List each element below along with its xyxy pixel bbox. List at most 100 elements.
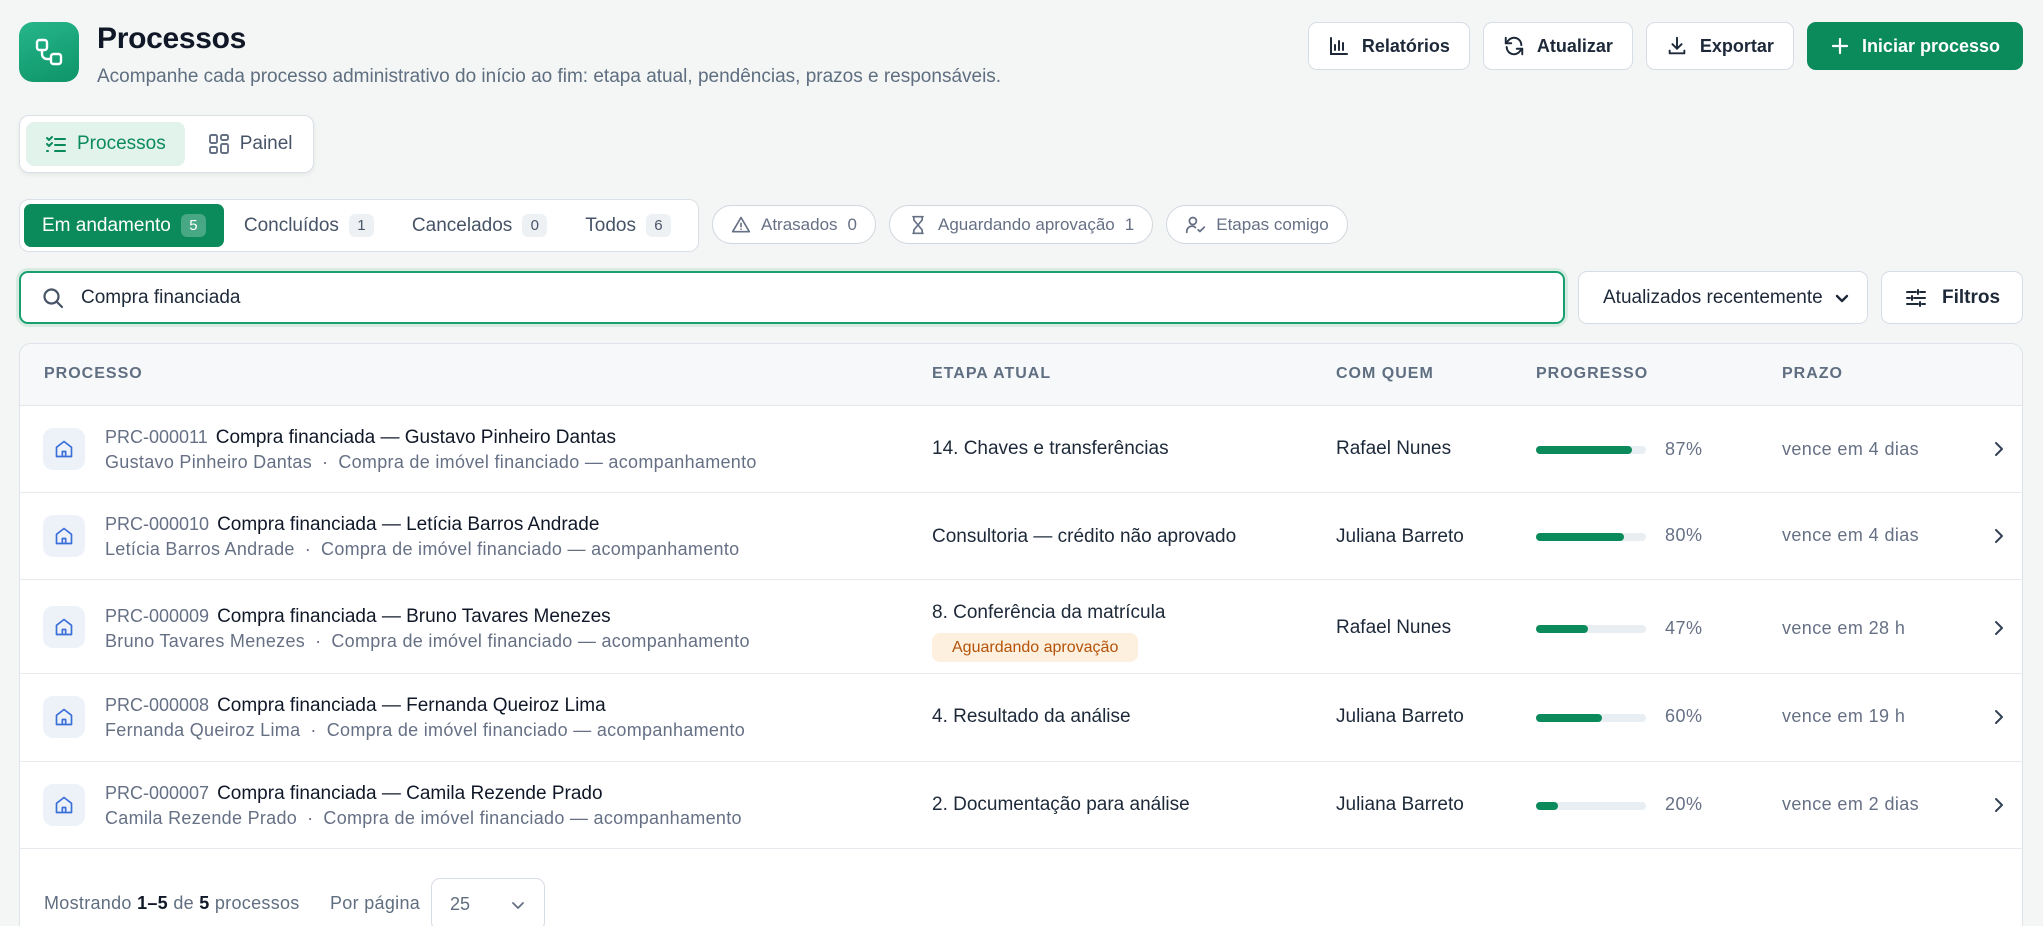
refresh-button-label: Atualizar (1536, 35, 1613, 56)
table-row[interactable]: PRC-000011 Compra financiada — Gustavo Pi… (20, 406, 2022, 493)
process-title-line: PRC-000008 Compra financiada — Fernanda Q… (105, 695, 606, 717)
bar-chart-icon (1329, 37, 1348, 55)
per-page-value: 25 (450, 894, 471, 914)
process-meta: Fernanda Queiroz Lima · Compra de imóvel f… (105, 720, 746, 740)
progress-fill (1536, 446, 1632, 454)
tab-count: 0 (522, 214, 548, 237)
process-code: PRC-000008 (105, 695, 210, 715)
current-stage: 4. Resultado da análise (932, 706, 1131, 727)
column-deadline[interactable]: PRAZO (1782, 365, 1843, 383)
pagination-range: 1–5 (137, 893, 168, 913)
assignee: Juliana Barreto (1336, 794, 1464, 815)
chevron-right-icon[interactable] (1990, 440, 2008, 458)
per-page-select[interactable]: 25 (431, 878, 545, 926)
column-process[interactable]: PROCESSO (44, 365, 143, 383)
filters-button[interactable]: Filtros (1881, 271, 2023, 324)
column-stage[interactable]: ETAPA ATUAL (932, 365, 1051, 383)
assignee: Rafael Nunes (1336, 438, 1452, 459)
reports-button-label: Relatórios (1361, 35, 1450, 56)
process-code: PRC-000009 (105, 606, 210, 626)
start-process-button[interactable]: Iniciar processo (1806, 22, 2023, 70)
process-title[interactable]: Compra financiada — Camila Rezende Prado (217, 783, 602, 804)
sort-select[interactable]: Atualizados recentemente (1578, 271, 1868, 324)
search-icon (43, 287, 64, 308)
pagination-of: de (173, 893, 194, 913)
progress-percent: 80% (1665, 525, 1703, 545)
process-title[interactable]: Compra financiada — Gustavo Pinheiro Dan… (216, 427, 616, 448)
process-type: Compra de imóvel financiado — acompanham… (326, 720, 746, 740)
progress-fill (1536, 714, 1602, 722)
chevron-right-icon[interactable] (1990, 527, 2008, 545)
pagination-summary: Mostrando 1–5 de 5 processos (44, 893, 300, 914)
reports-button[interactable]: Relatórios (1307, 22, 1470, 70)
tab-in-progress[interactable]: Em andamento 5 (24, 204, 224, 247)
warning-icon (731, 216, 751, 232)
progress-percent: 87% (1665, 439, 1703, 459)
process-meta: Camila Rezende Prado · Compra de imóvel fi… (105, 808, 742, 828)
refresh-button[interactable]: Atualizar (1482, 22, 1633, 70)
late-filter-count: 0 (847, 214, 858, 234)
home-icon (43, 606, 85, 648)
awaiting-approval-badge: Aguardando aprovação (932, 633, 1139, 662)
deadline: vence em 4 dias (1782, 439, 1920, 459)
view-panel-button[interactable]: Painel (189, 122, 312, 166)
progress-fill (1536, 533, 1624, 541)
late-filter-chip[interactable]: Atrasados 0 (712, 205, 877, 244)
home-icon (43, 428, 85, 470)
process-client: Bruno Tavares Menezes (105, 631, 306, 651)
progress-bar (1536, 714, 1646, 722)
view-processes-button[interactable]: Processos (26, 122, 185, 166)
download-icon (1668, 36, 1686, 55)
view-toggle: Processos Painel (19, 115, 314, 173)
column-progress[interactable]: PROGRESSO (1536, 365, 1648, 383)
process-title[interactable]: Compra financiada — Bruno Tavares Meneze… (217, 606, 611, 627)
table-row[interactable]: PRC-000010 Compra financiada — Letícia Ba… (20, 493, 2022, 580)
process-type: Compra de imóvel financiado — acompanham… (331, 631, 750, 651)
progress-fill (1536, 802, 1558, 810)
tab-cancelled[interactable]: Cancelados 0 (394, 204, 565, 247)
process-client: Letícia Barros Andrade (105, 539, 295, 559)
tab-count: 5 (180, 214, 206, 237)
search-input[interactable]: Compra financiada (19, 271, 1565, 324)
tab-all[interactable]: Todos 6 (567, 204, 689, 247)
progress-percent: 47% (1665, 618, 1703, 638)
page-title: Processos (97, 22, 247, 55)
flow-icon (19, 22, 79, 82)
chevron-down-icon (1835, 294, 1849, 302)
pagination-total: 5 (199, 893, 210, 913)
column-assignee[interactable]: COM QUEM (1336, 365, 1434, 383)
approval-filter-chip[interactable]: Aguardando aprovação 1 (889, 205, 1154, 244)
process-title[interactable]: Compra financiada — Letícia Barros Andra… (217, 514, 599, 535)
sort-select-value: Atualizados recentemente (1603, 286, 1823, 308)
chevron-down-icon (512, 901, 524, 909)
export-button-label: Exportar (1699, 35, 1774, 56)
table-row[interactable]: PRC-000008 Compra financiada — Fernanda Q… (20, 674, 2022, 762)
mine-filter-label: Etapas comigo (1216, 214, 1329, 234)
chevron-right-icon[interactable] (1990, 708, 2008, 726)
process-type: Compra de imóvel financiado — acompanham… (338, 452, 757, 472)
tab-count: 1 (348, 214, 374, 237)
tab-count: 6 (645, 214, 671, 237)
process-code: PRC-000010 (105, 514, 210, 534)
assignee: Juliana Barreto (1336, 706, 1464, 727)
table-row[interactable]: PRC-000007 Compra financiada — Camila Rez… (20, 762, 2022, 849)
tab-completed[interactable]: Concluídos 1 (226, 204, 392, 247)
grid-icon (208, 134, 229, 154)
process-title-line: PRC-000009 Compra financiada — Bruno Tava… (105, 606, 611, 628)
table-row[interactable]: PRC-000009 Compra financiada — Bruno Tava… (20, 580, 2022, 674)
process-type: Compra de imóvel financiado — acompanham… (323, 808, 742, 828)
chevron-right-icon[interactable] (1990, 796, 2008, 814)
start-process-button-label: Iniciar processo (1861, 35, 2000, 56)
current-stage: Consultoria — crédito não aprovado (932, 526, 1237, 547)
hourglass-icon (912, 215, 924, 234)
progress-percent: 20% (1665, 794, 1703, 814)
chevron-right-icon[interactable] (1990, 619, 2008, 637)
export-button[interactable]: Exportar (1645, 22, 1794, 70)
process-client: Gustavo Pinheiro Dantas (105, 452, 313, 472)
tab-label: Cancelados (411, 214, 513, 236)
process-title[interactable]: Compra financiada — Fernanda Queiroz Lim… (217, 695, 606, 716)
page-header: Processos Acompanhe cada processo admini… (19, 20, 2023, 90)
approval-filter-label: Aguardando aprovação (938, 214, 1115, 234)
mine-filter-chip[interactable]: Etapas comigo (1166, 205, 1348, 244)
pagination-unit: processos (214, 893, 300, 913)
